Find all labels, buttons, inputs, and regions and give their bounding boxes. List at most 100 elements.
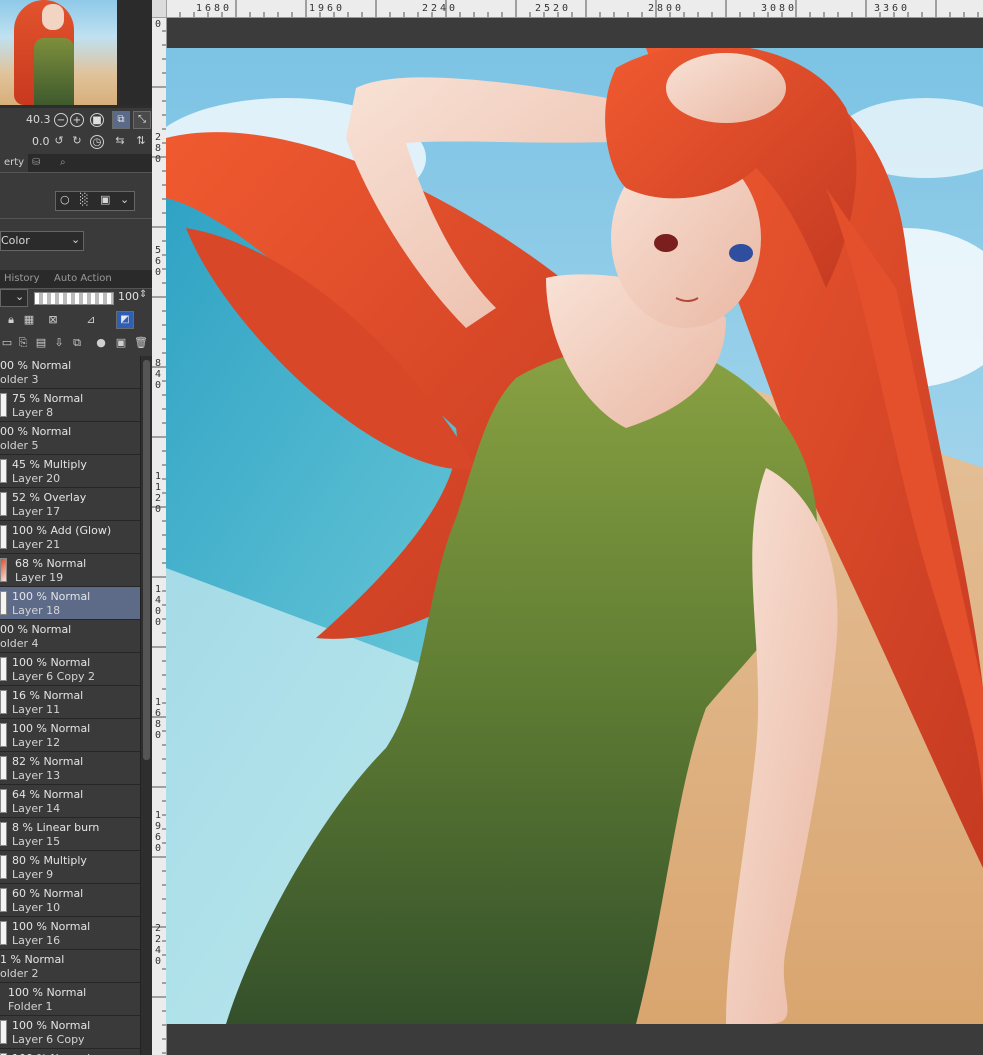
- layer-name: Layer 20: [12, 472, 61, 485]
- trash-icon[interactable]: 🗑︎: [134, 336, 148, 350]
- layer-row[interactable]: 1 % Normal older 2: [0, 950, 140, 983]
- lock-icon[interactable]: 🔒︎: [4, 313, 18, 327]
- ruler-top: 1680 1960 2240 2520 2800 3080 3360: [166, 0, 983, 18]
- layer-blend-mode: 100 % Normal: [12, 590, 91, 603]
- mask-icon[interactable]: ●: [94, 336, 108, 350]
- tab-history[interactable]: History: [0, 270, 44, 288]
- navigator-preview[interactable]: [0, 0, 117, 105]
- flip-vertical-icon[interactable]: ⇅: [134, 134, 148, 148]
- layer-row[interactable]: 8 % Linear burn Layer 15: [0, 818, 140, 851]
- fit-screen-icon[interactable]: ■: [90, 113, 104, 127]
- artwork-illustration: [166, 48, 983, 1024]
- apply-mask-icon[interactable]: ▣: [114, 336, 128, 350]
- layer-row[interactable]: 00 % Normal older 3: [0, 356, 140, 389]
- ruler-left: 0 280 560 840 1120 1400 1680 1960 2240: [152, 17, 167, 1055]
- circle-tip-icon: ○: [60, 193, 70, 206]
- left-panel: 40.3 − + ■ ⧉ ⤡ 0.0 ↺ ↻ ◷ ⇆ ⇅ erty ⛁ ⌕ ○ …: [0, 0, 152, 1055]
- actual-size-button[interactable]: ⤡: [133, 111, 151, 129]
- layer-blend-mode: 1 % Normal: [0, 953, 65, 966]
- transfer-down-icon[interactable]: ⇩: [52, 336, 66, 350]
- ruler-left-label: 2240: [154, 923, 162, 967]
- layer-name: Folder 1: [8, 1000, 53, 1013]
- layer-row[interactable]: 100 % Add (Glow) Layer 21: [0, 521, 140, 554]
- layer-blend-mode: 100 % Add (Glow): [12, 524, 112, 537]
- layer-thumbnail: [0, 690, 7, 714]
- layer-row[interactable]: 64 % Normal Layer 14: [0, 785, 140, 818]
- opacity-slider[interactable]: [34, 292, 114, 305]
- layer-name: older 5: [0, 439, 39, 452]
- layer-tabstrip: History Auto Action: [0, 270, 152, 289]
- zoom-in-icon[interactable]: +: [70, 113, 84, 127]
- layer-name: Layer 19: [15, 571, 64, 584]
- layer-row[interactable]: 00 % Normal older 4: [0, 620, 140, 653]
- new-folder-icon[interactable]: ▤: [34, 336, 48, 350]
- layer-blend-mode: 100 % Normal: [12, 920, 91, 933]
- opacity-value[interactable]: 100: [118, 290, 139, 303]
- layer-scrollbar[interactable]: [140, 356, 152, 1055]
- layer-blend-mode: 82 % Normal: [12, 755, 84, 768]
- fit-window-button[interactable]: ⧉: [112, 111, 130, 129]
- layer-blend-mode: 16 % Normal: [12, 689, 84, 702]
- layer-blend-mode: 00 % Normal: [0, 359, 72, 372]
- layer-row[interactable]: 100 % Normal Folder 1: [0, 983, 140, 1016]
- reference-layer-icon[interactable]: ⊠: [46, 313, 60, 327]
- search-icon[interactable]: ⌕: [56, 154, 70, 172]
- ruler-left-label: 1680: [154, 697, 162, 741]
- rotate-left-icon[interactable]: ↺: [52, 134, 66, 148]
- flip-horizontal-icon[interactable]: ⇆: [113, 134, 127, 148]
- layer-name: Layer 14: [12, 802, 61, 815]
- canvas-area: 1680 1960 2240 2520 2800 3080 3360 0 280 560 840 1…: [152, 0, 983, 1055]
- layer-command-row: ▭ ⎘ ▤ ⇩ ⧉ ● ▣ 🗑︎: [0, 333, 152, 353]
- layer-row[interactable]: 100 % Normal Layer 18: [0, 587, 140, 620]
- layer-row[interactable]: 82 % Normal Layer 13: [0, 752, 140, 785]
- layer-row[interactable]: 16 % Normal Layer 11: [0, 686, 140, 719]
- zoom-out-icon[interactable]: −: [54, 113, 68, 127]
- layer-row[interactable]: 45 % Multiply Layer 20: [0, 455, 140, 488]
- layer-row[interactable]: 100 % Normal Layer 12: [0, 719, 140, 752]
- layer-color-button[interactable]: ◩: [116, 311, 134, 329]
- scroll-handle[interactable]: [143, 360, 150, 760]
- brush-shape-selector[interactable]: ○ ░ ▣ ⌄: [55, 191, 135, 211]
- layer-row[interactable]: 100 % Normal Layer 6 Copy 2: [0, 653, 140, 686]
- lock-transparent-icon[interactable]: ▦: [22, 313, 36, 327]
- ruler-top-label: 1680: [196, 3, 233, 14]
- layer-thumbnail: [0, 492, 7, 516]
- layer-row[interactable]: 68 % Normal Layer 19: [0, 554, 140, 587]
- ruler-top-label: 2520: [535, 3, 572, 14]
- ruler-top-label: 3080: [761, 3, 798, 14]
- layer-row[interactable]: 60 % Normal Layer 10: [0, 884, 140, 917]
- ruler-left-ticks: [152, 17, 166, 1054]
- new-vector-layer-icon[interactable]: ⎘: [16, 336, 30, 350]
- layer-thumbnail: [0, 723, 7, 747]
- layer-row[interactable]: 75 % Normal Layer 8: [0, 389, 140, 422]
- layer-thumbnail: [0, 921, 7, 945]
- layer-name: Layer 9: [12, 868, 54, 881]
- layer-row[interactable]: 100 % Normal Layer 6 Copy: [0, 1016, 140, 1049]
- sub-tool-icon[interactable]: ⛁: [28, 154, 44, 172]
- new-raster-layer-icon[interactable]: ▭: [0, 336, 14, 350]
- layer-thumbnail: [0, 855, 7, 879]
- layer-blend-mode: 80 % Multiply: [12, 854, 87, 867]
- layer-row[interactable]: 52 % Overlay Layer 17: [0, 488, 140, 521]
- property-tabstrip: erty ⛁ ⌕: [0, 154, 152, 173]
- artwork-canvas[interactable]: [166, 48, 983, 1024]
- layer-blend-mode: 60 % Normal: [12, 887, 84, 900]
- merge-icon[interactable]: ⧉: [70, 336, 84, 350]
- reset-rotation-icon[interactable]: ◷: [90, 135, 104, 149]
- layer-name: Layer 11: [12, 703, 61, 716]
- layer-row[interactable]: 00 % Normal older 5: [0, 422, 140, 455]
- clipping-icon[interactable]: ⊿: [84, 313, 98, 327]
- blending-mode-select[interactable]: ⌄: [0, 289, 28, 307]
- layer-row[interactable]: 80 % Multiply Layer 9: [0, 851, 140, 884]
- layer-row[interactable]: 100 % Normal Layer 16: [0, 917, 140, 950]
- stepper-icon[interactable]: ⇕: [139, 289, 147, 300]
- color-mode-select[interactable]: Color ⌄: [0, 231, 84, 251]
- color-mode-label: Color: [1, 234, 30, 247]
- zoom-value: 40.3: [26, 113, 51, 126]
- tab-tool-property[interactable]: erty: [0, 154, 29, 172]
- ruler-left-label: 280: [154, 132, 162, 165]
- tab-auto-action[interactable]: Auto Action: [50, 270, 116, 288]
- layer-row[interactable]: 100 % Normal: [0, 1049, 140, 1055]
- layer-blend-mode: 68 % Normal: [15, 557, 87, 570]
- rotate-right-icon[interactable]: ↻: [70, 134, 84, 148]
